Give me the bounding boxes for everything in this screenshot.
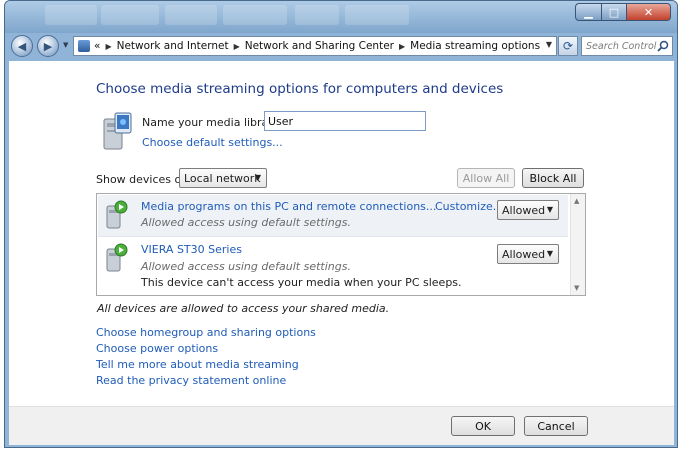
show-devices-value: Local network: [184, 171, 261, 185]
homegroup-sharing-link[interactable]: Choose homegroup and sharing options: [96, 326, 316, 339]
permission-select-media-programs[interactable]: Allowed ▼: [497, 200, 559, 220]
dropdown-arrow-icon: ▼: [546, 249, 553, 258]
address-bar[interactable]: « ▶ Network and Internet ▶ Network and S…: [73, 36, 557, 56]
window-frame: ▁ □ ✕ ◀ ▶ ▼ « ▶ Network and Internet ▶ N…: [4, 0, 678, 448]
maximize-icon: □: [608, 5, 620, 19]
device-status-viera: Allowed access using default settings.: [141, 260, 351, 273]
maximize-button[interactable]: □: [601, 3, 627, 21]
ok-button[interactable]: OK: [451, 416, 515, 436]
search-icon[interactable]: [657, 40, 669, 52]
search-box[interactable]: Search Control P...: [581, 36, 673, 56]
forward-arrow-icon: ▶: [43, 39, 53, 53]
dropdown-arrow-icon: ▼: [546, 205, 553, 214]
search-input[interactable]: Search Control P...: [586, 41, 660, 52]
breadcrumb-separator-icon[interactable]: ▶: [234, 42, 240, 51]
permission-select-viera[interactable]: Allowed ▼: [497, 244, 559, 264]
library-name-input[interactable]: [264, 111, 426, 131]
device-name-media-programs[interactable]: Media programs on this PC and remote con…: [141, 200, 436, 213]
permission-value: Allowed: [502, 203, 546, 217]
device-list: Media programs on this PC and remote con…: [96, 193, 586, 296]
title-bar-blur: [45, 5, 97, 25]
breadcrumb-overflow[interactable]: «: [94, 40, 100, 52]
device-status-media-programs: Allowed access using default settings.: [141, 216, 351, 229]
minimize-icon: ▁: [584, 5, 593, 19]
permission-value: Allowed: [502, 247, 546, 261]
scroll-up-icon[interactable]: ▲: [574, 197, 579, 205]
breadcrumb-separator-icon: ▶: [105, 41, 112, 51]
all-devices-note: All devices are allowed to access your s…: [97, 302, 390, 315]
breadcrumb-network-sharing-center[interactable]: Network and Sharing Center: [245, 40, 394, 52]
dialog-footer: OK Cancel: [9, 406, 674, 445]
breadcrumb-media-streaming-options[interactable]: Media streaming options: [410, 40, 540, 52]
refresh-icon: ⟳: [562, 39, 574, 53]
library-name-label: Name your media library:: [142, 116, 283, 129]
viera-tv-device-icon: [106, 243, 128, 272]
title-bar-blur: [345, 5, 409, 25]
privacy-statement-link[interactable]: Read the privacy statement online: [96, 374, 286, 387]
media-library-icon: [103, 112, 132, 150]
address-dropdown-icon[interactable]: ▼: [546, 40, 552, 49]
block-all-button[interactable]: Block All: [522, 168, 584, 188]
power-options-link[interactable]: Choose power options: [96, 342, 218, 355]
close-button[interactable]: ✕: [627, 3, 671, 21]
minimize-button[interactable]: ▁: [575, 3, 601, 21]
breadcrumb-separator-icon[interactable]: ▶: [399, 42, 405, 51]
forward-button[interactable]: ▶: [37, 35, 59, 57]
title-bar-blur: [223, 5, 287, 25]
title-bar-blur: [165, 5, 217, 25]
device-list-scrollbar[interactable]: ▲ ▼: [570, 194, 585, 295]
refresh-button[interactable]: ⟳: [558, 36, 578, 56]
page-title: Choose media streaming options for compu…: [96, 81, 504, 97]
cancel-button[interactable]: Cancel: [524, 416, 588, 436]
allow-all-button[interactable]: Allow All: [457, 168, 515, 188]
show-devices-select[interactable]: Local network ▼: [179, 168, 267, 188]
media-program-device-icon: [106, 200, 128, 229]
choose-default-settings-link[interactable]: Choose default settings...: [142, 136, 283, 149]
back-button[interactable]: ◀: [11, 35, 33, 57]
navigation-bar: ◀ ▶ ▼ « ▶ Network and Internet ▶ Network…: [5, 33, 677, 59]
close-icon: ✕: [643, 5, 654, 19]
main-content: Choose media streaming options for compu…: [9, 61, 674, 406]
device-name-viera[interactable]: VIERA ST30 Series: [141, 243, 242, 256]
title-bar[interactable]: ▁ □ ✕: [5, 1, 677, 33]
device-note-viera: This device can't access your media when…: [141, 276, 462, 289]
control-panel-icon: [78, 40, 90, 52]
recent-pages-dropdown[interactable]: ▼: [63, 41, 71, 51]
customize-link[interactable]: Customize...: [435, 200, 503, 213]
back-arrow-icon: ◀: [17, 39, 27, 53]
dropdown-arrow-icon: ▼: [254, 173, 261, 182]
title-bar-blur: [295, 5, 339, 25]
show-devices-label: Show devices on:: [96, 173, 192, 186]
title-bar-blur: [101, 5, 159, 25]
breadcrumb-network-and-internet[interactable]: Network and Internet: [117, 40, 229, 52]
media-streaming-help-link[interactable]: Tell me more about media streaming: [96, 358, 299, 371]
window-controls: ▁ □ ✕: [575, 3, 671, 21]
scroll-down-icon[interactable]: ▼: [574, 284, 579, 292]
